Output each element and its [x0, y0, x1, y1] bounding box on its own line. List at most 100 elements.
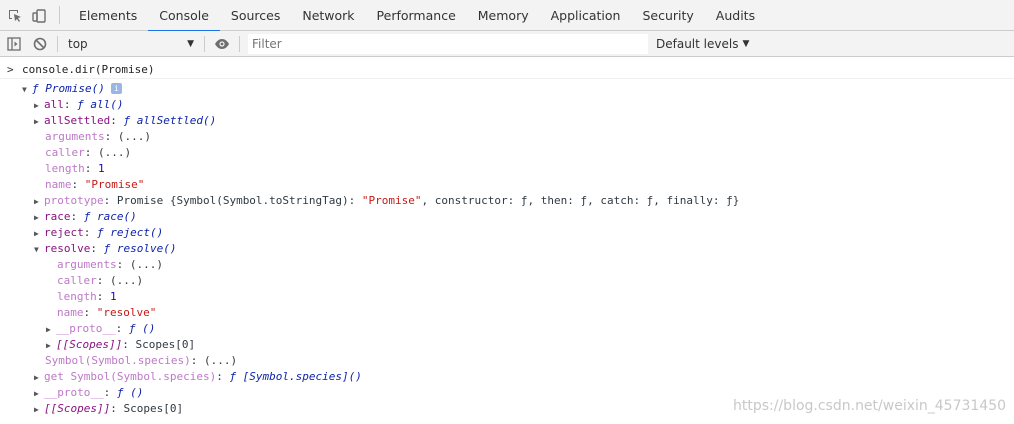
- console-toolbar: top ▼ Default levels ▼: [0, 31, 1014, 57]
- property-value: 1: [110, 290, 117, 303]
- tree-row-resolve[interactable]: ▼ resolve: ƒ resolve(): [34, 241, 176, 257]
- prompt-chevron-icon: >: [7, 62, 14, 76]
- filter-input[interactable]: [248, 33, 648, 54]
- property-key: get Symbol(Symbol.species): [44, 370, 217, 383]
- property-key: race: [44, 210, 71, 223]
- tree-row-resolve-scopes[interactable]: ▶ [[Scopes]]: Scopes[0]: [46, 337, 195, 353]
- property-value: "Promise": [84, 178, 145, 191]
- sidebar-toggle-icon[interactable]: [1, 31, 27, 57]
- tab-audits[interactable]: Audits: [705, 0, 766, 31]
- tree-row-resolve-proto[interactable]: ▶ __proto__: ƒ (): [46, 321, 155, 337]
- property-key: __proto__: [44, 386, 104, 399]
- property-value: ƒ [Symbol.species](): [229, 370, 362, 383]
- collapsed-triangle-icon[interactable]: ▶: [34, 386, 44, 402]
- property-key: allSettled: [44, 114, 111, 127]
- log-levels-dropdown[interactable]: Default levels ▼: [656, 37, 749, 51]
- watermark-text: https://blog.csdn.net/weixin_45731450: [733, 398, 1007, 414]
- property-value: ƒ (): [128, 322, 156, 335]
- tree-row-scopes[interactable]: ▶ [[Scopes]]: Scopes[0]: [34, 401, 183, 417]
- property-key: [[Scopes]]: [44, 402, 111, 415]
- expanded-triangle-icon[interactable]: ▼: [22, 82, 32, 98]
- tree-row-arguments[interactable]: arguments: (...): [45, 129, 151, 145]
- tab-performance[interactable]: Performance: [366, 0, 467, 31]
- device-toolbar-icon[interactable]: [27, 0, 51, 31]
- property-key: all: [44, 98, 64, 111]
- message-divider: [0, 78, 1014, 79]
- tree-row-length: length: 1: [45, 162, 105, 175]
- toolbar-divider: [57, 35, 58, 52]
- collapsed-triangle-icon[interactable]: ▶: [46, 322, 56, 338]
- live-expression-eye-icon[interactable]: [209, 31, 235, 57]
- tree-row-prototype[interactable]: ▶ prototype: Promise {Symbol(Symbol.toStr…: [34, 193, 739, 209]
- property-value-string: "Promise": [361, 194, 422, 207]
- tree-row-all[interactable]: ▶ all: ƒ all(): [34, 97, 123, 113]
- property-key: length: [57, 290, 97, 303]
- tree-row-reject[interactable]: ▶ reject: ƒ reject(): [34, 225, 163, 241]
- property-value: ƒ (): [116, 386, 144, 399]
- property-value: ƒ race(): [83, 210, 137, 223]
- function-signature: ƒ Promise(): [32, 82, 105, 95]
- dropdown-arrow-icon: ▼: [187, 38, 194, 49]
- tree-row-name: name: "Promise": [45, 178, 145, 191]
- dropdown-arrow-icon: ▼: [742, 38, 750, 49]
- log-levels-label: Default levels: [656, 36, 739, 51]
- property-value: (...): [98, 146, 132, 159]
- property-value: ƒ all(): [77, 98, 124, 111]
- property-value: "resolve": [96, 306, 157, 319]
- tree-row-race[interactable]: ▶ race: ƒ race(): [34, 209, 137, 225]
- property-value-suffix: , constructor: ƒ, then: ƒ, catch: ƒ, fin…: [421, 194, 740, 207]
- tab-security[interactable]: Security: [631, 0, 704, 31]
- tree-row-caller[interactable]: caller: (...): [45, 145, 131, 161]
- collapsed-triangle-icon[interactable]: ▶: [46, 338, 56, 354]
- property-key: name: [57, 306, 84, 319]
- collapsed-triangle-icon[interactable]: ▶: [34, 226, 44, 242]
- tab-sources[interactable]: Sources: [220, 0, 291, 31]
- toolbar-divider: [204, 35, 205, 52]
- context-selector[interactable]: top ▼: [62, 33, 200, 55]
- property-value: ƒ resolve(): [103, 242, 177, 255]
- property-value: Scopes[0]: [135, 338, 196, 351]
- clear-console-icon[interactable]: [27, 31, 53, 57]
- property-key: __proto__: [56, 322, 116, 335]
- property-key: prototype: [44, 194, 104, 207]
- property-value: (...): [129, 258, 163, 271]
- property-value: ƒ reject(): [97, 226, 164, 239]
- tab-network[interactable]: Network: [291, 0, 365, 31]
- tree-row-resolve-arguments[interactable]: arguments: (...): [57, 257, 163, 273]
- tree-root-promise[interactable]: ▼ ƒ Promise() i: [22, 81, 122, 97]
- property-key: caller: [45, 146, 85, 159]
- collapsed-triangle-icon[interactable]: ▶: [34, 194, 44, 210]
- tab-console[interactable]: Console: [148, 0, 220, 32]
- property-key: arguments: [57, 258, 117, 271]
- tree-row-resolve-length: length: 1: [57, 290, 117, 303]
- console-command: console.dir(Promise): [22, 62, 155, 76]
- tree-row-symbol-species[interactable]: Symbol(Symbol.species): (...): [45, 353, 237, 369]
- property-value: (...): [110, 274, 144, 287]
- console-output: > console.dir(Promise) ▼ ƒ Promise() i ▶ al…: [0, 58, 1014, 424]
- collapsed-triangle-icon[interactable]: ▶: [34, 370, 44, 386]
- property-key: name: [45, 178, 72, 191]
- property-key: arguments: [45, 130, 105, 143]
- property-key: Symbol(Symbol.species): [45, 354, 191, 367]
- tree-row-allsettled[interactable]: ▶ allSettled: ƒ allSettled(): [34, 113, 216, 129]
- tab-application[interactable]: Application: [540, 0, 632, 31]
- property-key: length: [45, 162, 85, 175]
- collapsed-triangle-icon[interactable]: ▶: [34, 402, 44, 418]
- collapsed-triangle-icon[interactable]: ▶: [34, 114, 44, 130]
- expanded-triangle-icon[interactable]: ▼: [34, 242, 44, 258]
- tree-row-proto[interactable]: ▶ __proto__: ƒ (): [34, 385, 143, 401]
- collapsed-triangle-icon[interactable]: ▶: [34, 210, 44, 226]
- collapsed-triangle-icon[interactable]: ▶: [34, 98, 44, 114]
- context-selector-value: top: [68, 36, 88, 51]
- info-icon[interactable]: i: [110, 83, 122, 94]
- inspect-element-icon[interactable]: [3, 0, 27, 31]
- tree-row-resolve-caller[interactable]: caller: (...): [57, 273, 143, 289]
- tab-memory[interactable]: Memory: [467, 0, 540, 31]
- tree-row-get-symbol-species[interactable]: ▶ get Symbol(Symbol.species): ƒ [Symbol.s…: [34, 369, 362, 385]
- property-value: ƒ allSettled(): [123, 114, 217, 127]
- toolbar-divider: [239, 35, 240, 52]
- tab-elements[interactable]: Elements: [68, 0, 148, 31]
- property-value-prefix: Promise {Symbol(Symbol.toStringTag):: [116, 194, 362, 207]
- tree-row-resolve-name: name: "resolve": [57, 306, 157, 319]
- property-value: 1: [98, 162, 105, 175]
